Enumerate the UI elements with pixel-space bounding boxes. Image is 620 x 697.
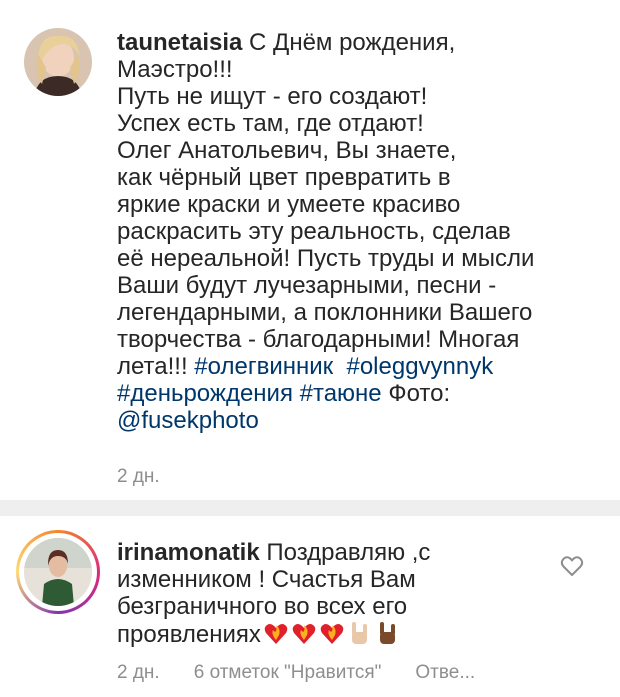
comment-text: irinamonatik Поздравляю ,с изменником ! … — [117, 539, 557, 652]
avatar-image — [24, 538, 92, 606]
avatar-image — [24, 28, 92, 96]
comment-text-line: как чёрный цвет превратить в — [117, 164, 451, 191]
heart-on-fire-emoji — [263, 620, 289, 652]
heart-on-fire-emoji — [291, 620, 317, 652]
comment-text-line: её нереальной! Пусть труды и мысли — [117, 245, 535, 272]
comment-text-line: проявлениях — [117, 621, 261, 648]
comment-text-line: безграничного во всех его — [117, 593, 408, 620]
comment-text-line: Путь не ищут - его создают! — [117, 83, 428, 110]
comment-text-line: С Днём рождения, — [242, 29, 456, 56]
hashtag-link[interactable]: #олегвинник — [194, 353, 333, 380]
avatar[interactable] — [24, 538, 92, 606]
like-heart-icon[interactable] — [560, 554, 584, 578]
comment-text-line: творчества - благодарными! Многая — [117, 326, 520, 353]
comment-time: 2 дн. — [117, 466, 160, 487]
comment-text-line: раскрасить эту реальность, сделав — [117, 218, 511, 245]
comment-text-line: Олег Анатольевич, Вы знаете, — [117, 137, 457, 164]
hashtag-link[interactable]: #oleggvynnyk — [346, 353, 493, 380]
comment-username[interactable]: taunetaisia — [117, 29, 242, 56]
reply-button[interactable]: Отве... — [415, 662, 475, 683]
comment-text-line: легендарными, а поклонники Вашего — [117, 299, 533, 326]
avatar[interactable] — [24, 28, 92, 96]
comment-text-line: яркие краски и умеете красиво — [117, 191, 461, 218]
comment-meta: 2 дн. — [117, 466, 194, 488]
comment-text-line: Ваши будут лучезарными, песни - — [117, 272, 497, 299]
comment-text-line: Фото: — [381, 380, 451, 407]
comment-text: taunetaisia С Днём рождения, Маэстро!!! … — [117, 29, 557, 434]
horns-hand-emoji — [347, 620, 373, 652]
comment-irinamonatik: irinamonatik Поздравляю ,с изменником ! … — [0, 516, 620, 697]
hashtag-link[interactable]: #деньрождения — [117, 380, 293, 407]
comment-text-line: Маэстро!!! — [117, 56, 233, 83]
comment-text-line: лета!!! — [117, 353, 195, 380]
comment-text-line: Успех есть там, где отдают! — [117, 110, 424, 137]
heart-on-fire-emoji — [319, 620, 345, 652]
likes-count[interactable]: 6 отметок "Нравится" — [194, 662, 382, 683]
comment-username[interactable]: irinamonatik — [117, 539, 260, 566]
comment-time: 2 дн. — [117, 662, 160, 683]
comment-divider — [0, 500, 620, 516]
hashtag-link[interactable]: #таюне — [300, 380, 382, 407]
comment-taunetaisia: taunetaisia С Днём рождения, Маэстро!!! … — [0, 0, 620, 500]
comment-text-line: Поздравляю ,с — [259, 539, 431, 566]
horns-hand-emoji — [375, 620, 401, 652]
comment-text-line: изменником ! Счастья Вам — [117, 566, 416, 593]
mention-link[interactable]: @fusekphoto — [117, 407, 259, 434]
comment-meta: 2 дн. 6 отметок "Нравится" Отве... — [117, 662, 509, 684]
